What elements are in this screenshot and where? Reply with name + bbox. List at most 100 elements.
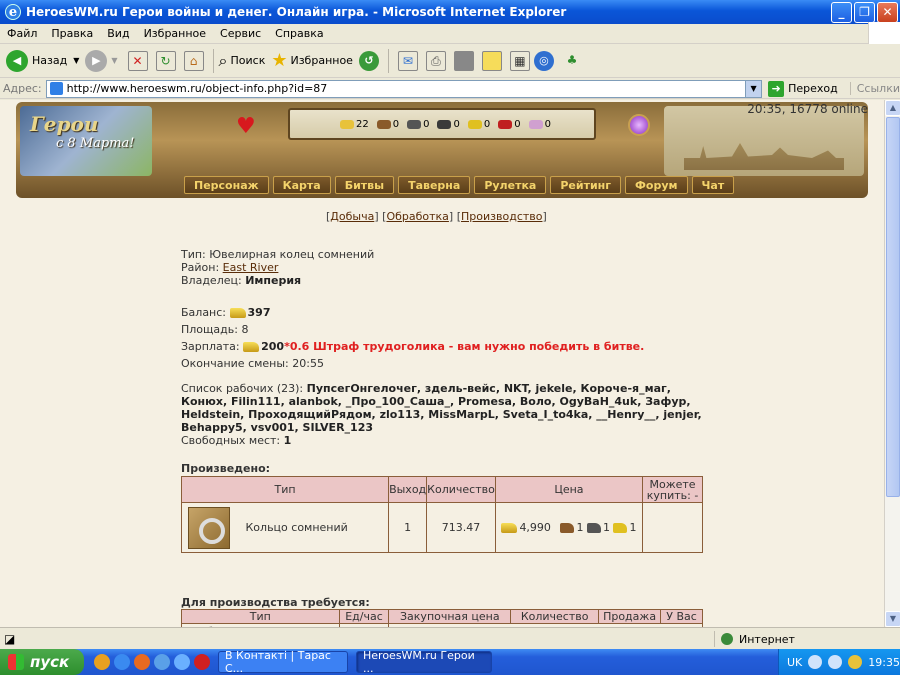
contacts-icon[interactable]: ♣ — [562, 51, 582, 71]
nav-battles[interactable]: Битвы — [334, 176, 395, 194]
globe-icon — [721, 633, 733, 645]
back-button[interactable]: ◀ Назад ▼ — [6, 49, 79, 72]
search-button[interactable]: ⌕ Поиск — [219, 51, 266, 71]
tab-processing[interactable]: Обработка — [386, 210, 448, 223]
nav-map[interactable]: Карта — [272, 176, 331, 194]
col-price: Цена — [494, 476, 644, 503]
tab-mining[interactable]: Добыча — [330, 210, 374, 223]
nav-rating[interactable]: Рейтинг — [550, 176, 622, 194]
links-button[interactable]: Ссылки — [849, 82, 900, 95]
research-icon[interactable]: ▦ — [509, 50, 530, 71]
resource-mercury: 0 — [437, 119, 460, 130]
taskbar-item-vkontakte[interactable]: В Контакті | Тарас С... — [218, 649, 348, 675]
home-icon[interactable]: ⌂ — [183, 50, 204, 71]
price-ore: 1 — [602, 521, 610, 534]
nav-tavern[interactable]: Таверна — [398, 176, 471, 194]
quicklaunch-icon[interactable] — [174, 654, 190, 670]
address-url[interactable]: http://www.heroeswm.ru/object-info.php?i… — [67, 82, 745, 95]
scroll-down-icon[interactable]: ▼ — [885, 611, 900, 627]
close-button[interactable]: ✕ — [877, 2, 898, 23]
mail-icon[interactable]: ✉ — [397, 50, 418, 71]
menu-file[interactable]: Файл — [0, 27, 44, 40]
potion-icon[interactable] — [628, 114, 650, 136]
nav-forum[interactable]: Форум — [625, 176, 688, 194]
opera-icon[interactable] — [194, 654, 210, 670]
back-arrow-icon: ◀ — [6, 49, 28, 72]
produced-section: Произведено: Тип Выход Количество Цена М… — [180, 462, 703, 553]
game-logo-banner[interactable]: Герои с 8 Марта! — [20, 106, 152, 176]
tray-icon[interactable] — [808, 655, 823, 669]
language-indicator[interactable]: UK — [787, 656, 802, 669]
taskbar-item-heroeswm[interactable]: HeroesWM.ru Герои ... — [356, 649, 492, 675]
minimize-button[interactable]: _ — [831, 2, 852, 23]
resource-bar: 22 0 0 0 0 0 0 — [288, 108, 596, 140]
gold-icon — [243, 342, 260, 352]
star-icon: ★ — [271, 50, 288, 71]
ie-quicklaunch-icon[interactable] — [154, 654, 170, 670]
menu-help[interactable]: Справка — [268, 27, 330, 40]
workers-line[interactable]: Heldstein, ПроходящийРядом, zlo113, Miss… — [181, 408, 702, 421]
town-image — [684, 143, 844, 170]
gold-icon — [340, 119, 354, 129]
buy-cell — [642, 502, 703, 553]
scroll-thumb[interactable] — [886, 117, 900, 497]
stop-icon[interactable]: ✕ — [127, 50, 148, 71]
gold-icon — [501, 523, 518, 533]
back-dropdown-icon[interactable]: ▼ — [73, 56, 79, 65]
vertical-scrollbar[interactable]: ▲ ▼ — [884, 100, 900, 627]
history-icon[interactable]: ↺ — [358, 50, 379, 71]
col-sale: Продажа — [598, 609, 662, 624]
forward-button[interactable]: ▶ ▼ — [85, 49, 118, 72]
heart-icon[interactable]: ♥ — [236, 114, 256, 139]
quantity-value: 713.47 — [426, 502, 496, 553]
district-link[interactable]: East River — [223, 261, 279, 274]
menu-edit[interactable]: Правка — [44, 27, 100, 40]
edit-icon[interactable] — [453, 50, 474, 71]
favorites-label: Избранное — [290, 54, 353, 67]
workers-line[interactable]: ПупсегОнгелочег, здель-вейс, NKT, jekele… — [307, 382, 671, 395]
holiday-caption: с 8 Марта! — [56, 136, 135, 151]
nav-character[interactable]: Персонаж — [184, 176, 269, 194]
start-button[interactable]: пуск — [0, 649, 84, 675]
workers-label: Список рабочих (23): — [181, 382, 304, 395]
col-you-have: У Вас — [660, 609, 703, 624]
task-label: В Контакті | Тарас С... — [225, 649, 331, 675]
menu-view[interactable]: Вид — [100, 27, 136, 40]
col-can-buy: Можете купить: - — [642, 476, 703, 503]
print-icon[interactable]: ⎙ — [425, 50, 446, 71]
nav-chat[interactable]: Чат — [691, 176, 735, 194]
menu-tools[interactable]: Сервис — [213, 27, 268, 40]
free-slots-label: Свободных мест: — [181, 434, 281, 447]
menu-favorites[interactable]: Избранное — [137, 27, 213, 40]
col-rate: Ед/час — [338, 609, 390, 624]
go-button[interactable]: ➜ Переход — [768, 80, 838, 97]
scroll-up-icon[interactable]: ▲ — [885, 100, 900, 116]
table-row: Кольцо сомнений 1 713.47 4,990 1 1 1 — [180, 502, 703, 553]
address-dropdown-icon[interactable]: ▼ — [745, 80, 762, 97]
favorites-button[interactable]: ★ Избранное — [271, 50, 353, 71]
firefox-icon[interactable] — [134, 654, 150, 670]
notes-icon[interactable] — [481, 50, 502, 71]
forward-dropdown-icon[interactable]: ▼ — [111, 56, 117, 65]
workers-line[interactable]: Behappy5, vsv001, SILVER_123 — [181, 421, 373, 434]
shift-end-label: Окончание смены: — [181, 357, 289, 370]
maximize-button[interactable]: ❐ — [854, 2, 875, 23]
quick-launch — [94, 654, 210, 670]
resource-gems: 0 — [528, 119, 551, 130]
workers-line[interactable]: Конюх, Filin111, alanbok, _Про_100_Саша_… — [181, 395, 691, 408]
windows-logo-icon — [868, 22, 900, 44]
gems-icon — [528, 119, 543, 129]
tray-icon[interactable] — [828, 655, 843, 669]
refresh-icon[interactable]: ↻ — [155, 50, 176, 71]
tray-icon[interactable] — [848, 655, 863, 669]
produced-table: Тип Выход Количество Цена Можете купить:… — [180, 476, 703, 553]
ring-icon[interactable] — [188, 506, 230, 549]
quicklaunch-icon[interactable] — [94, 654, 110, 670]
address-input[interactable]: http://www.heroeswm.ru/object-info.php?i… — [45, 79, 763, 98]
quicklaunch-icon[interactable] — [114, 654, 130, 670]
page-icon — [49, 82, 63, 95]
address-label: Адрес: — [3, 82, 42, 95]
nav-roulette[interactable]: Рулетка — [474, 176, 547, 194]
tab-production[interactable]: Производство — [461, 210, 542, 223]
messenger-icon[interactable]: ◎ — [533, 50, 554, 71]
